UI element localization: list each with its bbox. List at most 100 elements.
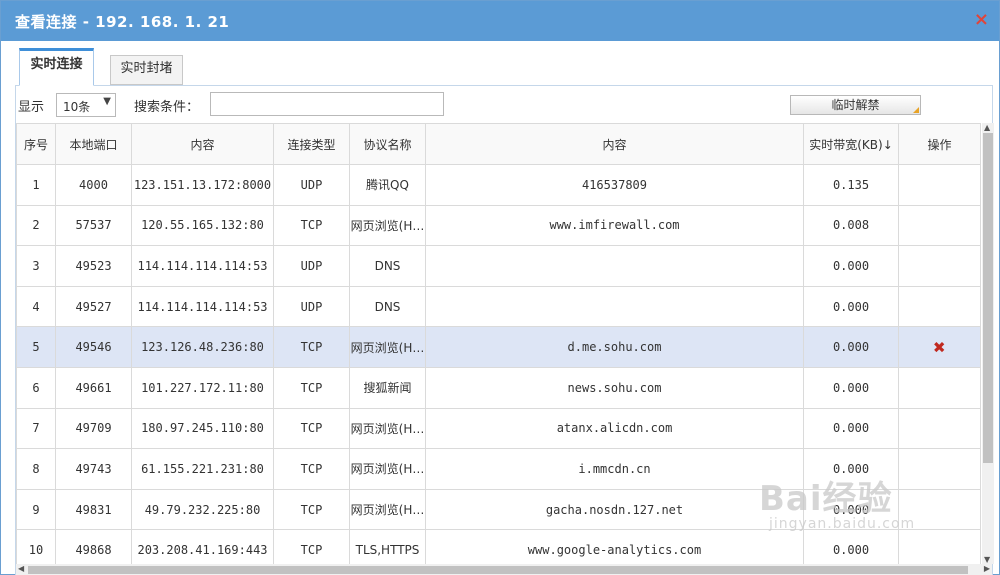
cell-remote: 120.55.165.132:80: [131, 204, 274, 247]
cell-bandwidth: 0.000: [803, 407, 899, 450]
dialog-titlebar: 查看连接 - 192. 168. 1. 21 ×: [1, 1, 999, 41]
table-row[interactable]: 7 49709 180.97.245.110:80 TCP 网页浏览(H… at…: [16, 407, 981, 450]
table-header-row: 序号 本地端口 内容 连接类型 协议名称 内容 实时带宽(KB)↓ 操作: [16, 123, 981, 165]
col-header-bandwidth[interactable]: 实时带宽(KB)↓: [803, 123, 899, 165]
cell-index: 6: [16, 366, 56, 409]
horizontal-scrollbar[interactable]: ◀ ▶: [16, 564, 992, 575]
page-size-value: 10条: [63, 100, 91, 114]
cell-remote: 123.126.48.236:80: [131, 326, 274, 368]
cell-action: [898, 164, 981, 206]
cell-local-port: 57537: [55, 204, 132, 247]
cell-action: [898, 204, 981, 247]
cell-local-port: 49546: [55, 326, 132, 368]
tab-realtime-connections[interactable]: 实时连接: [19, 48, 94, 86]
table-row[interactable]: 3 49523 114.114.114.114:53 UDP DNS 0.000: [16, 245, 981, 287]
cell-index: 2: [16, 204, 56, 247]
horizontal-scroll-thumb[interactable]: [28, 566, 968, 574]
cell-remote: 101.227.172.11:80: [131, 366, 274, 409]
cell-content: gacha.nosdn.127.net: [425, 488, 804, 531]
col-header-local-port[interactable]: 本地端口: [55, 123, 132, 165]
col-header-action: 操作: [898, 123, 981, 165]
cell-index: 8: [16, 448, 56, 490]
cell-protocol: 腾讯QQ: [349, 164, 426, 206]
cell-index: 4: [16, 285, 56, 328]
table-row[interactable]: 6 49661 101.227.172.11:80 TCP 搜狐新闻 news.…: [16, 366, 981, 409]
cell-remote: 123.151.13.172:8000: [131, 164, 274, 206]
close-icon[interactable]: ×: [974, 9, 989, 31]
table-row[interactable]: 1 4000 123.151.13.172:8000 UDP 腾讯QQ 4165…: [16, 164, 981, 206]
table-row-selected[interactable]: 5 49546 123.126.48.236:80 TCP 网页浏览(H… d.…: [16, 326, 981, 368]
cell-connection-type: UDP: [273, 164, 350, 206]
cell-connection-type: TCP: [273, 204, 350, 247]
temporary-unban-button[interactable]: 临时解禁: [790, 95, 921, 115]
cell-bandwidth: 0.008: [803, 204, 899, 247]
cell-index: 7: [16, 407, 56, 450]
cell-bandwidth: 0.000: [803, 366, 899, 409]
show-label: 显示: [18, 100, 45, 115]
table-toolbar: 显示 10条 ▼ 搜索条件： 临时解禁: [16, 86, 992, 124]
cell-index: 9: [16, 488, 56, 531]
cell-action: [898, 488, 981, 531]
cell-content: atanx.alicdn.com: [425, 407, 804, 450]
cell-bandwidth: 0.000: [803, 245, 899, 287]
table-row[interactable]: 8 49743 61.155.221.231:80 TCP 网页浏览(H… i.…: [16, 448, 981, 490]
cell-remote: 114.114.114.114:53: [131, 245, 274, 287]
cell-connection-type: TCP: [273, 448, 350, 490]
col-header-protocol[interactable]: 协议名称: [349, 123, 426, 165]
table-row[interactable]: 9 49831 49.79.232.225:80 TCP 网页浏览(H… gac…: [16, 488, 981, 531]
cell-bandwidth: 0.000: [803, 488, 899, 531]
cell-index: 5: [16, 326, 56, 368]
scroll-right-icon[interactable]: ▶: [984, 564, 990, 573]
cell-connection-type: TCP: [273, 407, 350, 450]
cell-local-port: 4000: [55, 164, 132, 206]
scroll-left-icon[interactable]: ◀: [18, 564, 24, 573]
cell-index: 3: [16, 245, 56, 287]
cell-protocol: 网页浏览(H…: [349, 326, 426, 368]
delete-icon[interactable]: ✖: [933, 335, 945, 359]
connections-panel: 显示 10条 ▼ 搜索条件： 临时解禁 序号 本地端口 内容 连接类型 协议名称…: [15, 85, 994, 575]
scroll-up-icon[interactable]: ▲: [984, 123, 990, 132]
cell-protocol: 搜狐新闻: [349, 366, 426, 409]
col-header-connection-type[interactable]: 连接类型: [273, 123, 350, 165]
cell-bandwidth: 0.000: [803, 285, 899, 328]
cell-local-port: 49743: [55, 448, 132, 490]
dialog-title: 查看连接 - 192. 168. 1. 21: [15, 13, 230, 31]
cell-local-port: 49661: [55, 366, 132, 409]
cell-protocol: 网页浏览(H…: [349, 204, 426, 247]
cell-protocol: 网页浏览(H…: [349, 448, 426, 490]
cell-content: www.imfirewall.com: [425, 204, 804, 247]
cell-bandwidth: 0.000: [803, 326, 899, 368]
chevron-down-icon: ▼: [103, 96, 111, 107]
cell-action: [898, 285, 981, 328]
cell-content: d.me.sohu.com: [425, 326, 804, 368]
col-header-index[interactable]: 序号: [16, 123, 56, 165]
cell-action: ✖: [898, 326, 981, 368]
cell-connection-type: UDP: [273, 285, 350, 328]
table-row[interactable]: 4 49527 114.114.114.114:53 UDP DNS 0.000: [16, 285, 981, 328]
col-header-content[interactable]: 内容: [425, 123, 804, 165]
vertical-scroll-thumb[interactable]: [983, 133, 993, 463]
table-row[interactable]: 2 57537 120.55.165.132:80 TCP 网页浏览(H… ww…: [16, 204, 981, 247]
connections-dialog: 查看连接 - 192. 168. 1. 21 × 实时连接 实时封堵 显示 10…: [0, 0, 1000, 575]
cell-local-port: 49831: [55, 488, 132, 531]
cell-content: 416537809: [425, 164, 804, 206]
cell-content: news.sohu.com: [425, 366, 804, 409]
cell-protocol: 网页浏览(H…: [349, 407, 426, 450]
cell-protocol: 网页浏览(H…: [349, 488, 426, 531]
scroll-down-icon[interactable]: ▼: [984, 555, 990, 564]
search-input[interactable]: [210, 92, 444, 116]
search-label: 搜索条件：: [134, 100, 200, 115]
cell-connection-type: TCP: [273, 326, 350, 368]
corner-marker-icon: [913, 107, 919, 113]
cell-content: [425, 245, 804, 287]
cell-bandwidth: 0.000: [803, 448, 899, 490]
page-size-select[interactable]: 10条 ▼: [56, 93, 116, 117]
cell-bandwidth: 0.135: [803, 164, 899, 206]
cell-action: [898, 366, 981, 409]
cell-action: [898, 407, 981, 450]
vertical-scrollbar[interactable]: ▲ ▼: [982, 123, 994, 564]
cell-local-port: 49709: [55, 407, 132, 450]
tab-realtime-blocking[interactable]: 实时封堵: [110, 55, 183, 85]
col-header-remote[interactable]: 内容: [131, 123, 274, 165]
cell-remote: 49.79.232.225:80: [131, 488, 274, 531]
